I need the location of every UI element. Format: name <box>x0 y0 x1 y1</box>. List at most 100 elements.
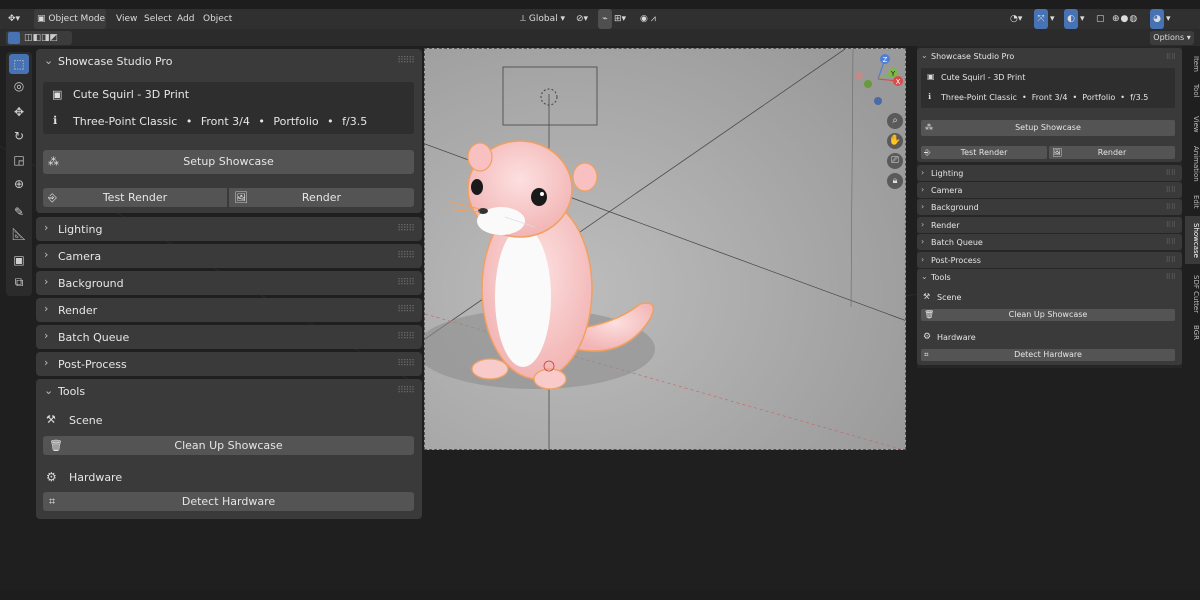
drag-grip-icon[interactable]: ⠿⠿ <box>1166 53 1176 61</box>
render-button[interactable]: 🖼︎ Render <box>229 188 414 207</box>
expand-chevron-icon[interactable]: › <box>44 329 48 342</box>
pan-hand-icon[interactable]: ✋ <box>887 133 903 149</box>
collapse-chevron-icon[interactable]: ⌄ <box>921 51 928 60</box>
add-cube-icon[interactable]: ▣ <box>9 250 29 270</box>
section-background-small[interactable]: › Background ⠿⠿ <box>917 199 1182 215</box>
drag-grip-icon[interactable]: ⠿⠿⠿ <box>397 359 415 369</box>
overlay-toggle-icon[interactable]: ◐ <box>1064 9 1078 29</box>
drag-grip-icon[interactable]: ⠿⠿⠿ <box>397 278 415 288</box>
drag-grip-icon[interactable]: ⠿⠿⠿ <box>397 386 415 396</box>
section-render[interactable]: › Render ⠿⠿⠿ <box>36 298 422 322</box>
snap-toggle-icon[interactable]: ⌁ <box>598 9 612 29</box>
proportional-edit-icon[interactable]: ◉ ⩘ <box>640 9 656 29</box>
transform-orientation-dropdown[interactable]: ⟂ Global ▾ <box>520 9 565 29</box>
drag-grip-icon[interactable]: ⠿⠿⠿ <box>397 305 415 315</box>
tab-animation[interactable]: Animation <box>1185 144 1200 184</box>
setup-showcase-button-small[interactable]: ⁂ Setup Showcase <box>921 120 1175 136</box>
lock-camera-icon[interactable]: 🔒︎ <box>887 173 903 189</box>
expand-chevron-icon[interactable]: › <box>921 237 924 246</box>
drag-grip-icon[interactable]: ⠿⠿ <box>1166 186 1176 194</box>
select-mode-buttons[interactable]: ◫◧◨◩ <box>6 31 72 45</box>
shading-dropdown-icon[interactable]: ▾ <box>1166 9 1171 29</box>
drag-grip-icon[interactable]: ⠿⠿⠿ <box>397 332 415 342</box>
select-extend-icon[interactable]: ◫◧◨◩ <box>24 33 58 43</box>
gizmo-toggle-icon[interactable]: ⤧ <box>1034 9 1048 29</box>
expand-chevron-icon[interactable]: › <box>921 255 924 264</box>
drag-grip-icon[interactable]: ⠿⠿⠿ <box>397 56 415 66</box>
measure-icon[interactable]: 📐︎ <box>9 224 29 244</box>
rotate-icon[interactable]: ↻ <box>9 126 29 146</box>
menu-add[interactable]: Add <box>177 9 194 29</box>
section-camera-small[interactable]: › Camera ⠿⠿ <box>917 182 1182 198</box>
drag-grip-icon[interactable]: ⠿⠿ <box>1166 256 1176 264</box>
zoom-icon[interactable]: ⌕ <box>887 113 903 129</box>
transform-icon[interactable]: ⊕ <box>9 174 29 194</box>
editor-type-icon[interactable]: ✥▾ <box>8 9 30 29</box>
xray-icon[interactable]: ▢ <box>1096 9 1105 29</box>
menu-view[interactable]: View <box>116 9 137 29</box>
gizmo-dropdown-icon[interactable]: ▾ <box>1050 9 1055 29</box>
select-box-icon[interactable]: ⬚ <box>9 54 29 74</box>
shading-modes-icon[interactable]: ⊕●◍ <box>1112 9 1138 29</box>
test-render-button[interactable]: ⎆ Test Render <box>43 188 227 207</box>
drag-grip-icon[interactable]: ⠿⠿ <box>1166 221 1176 229</box>
camera-view[interactable]: Z Y X ⌕ ✋ ⎚ 🔒︎ <box>424 48 906 450</box>
expand-chevron-icon[interactable]: › <box>921 185 924 194</box>
section-render-small[interactable]: › Render ⠿⠿ <box>917 217 1182 233</box>
annotate-icon[interactable]: ✎ <box>9 202 29 222</box>
expand-chevron-icon[interactable]: › <box>44 221 48 234</box>
section-batch-queue-small[interactable]: › Batch Queue ⠿⠿ <box>917 234 1182 250</box>
section-background[interactable]: › Background ⠿⠿⠿ <box>36 271 422 295</box>
section-lighting-small[interactable]: › Lighting ⠿⠿ <box>917 165 1182 181</box>
drag-grip-icon[interactable]: ⠿⠿ <box>1166 169 1176 177</box>
pivot-icon[interactable]: ⊘▾ <box>576 9 588 29</box>
menu-object[interactable]: Object <box>203 9 232 29</box>
tab-tool[interactable]: Tool <box>1185 80 1200 102</box>
clean-up-showcase-button-small[interactable]: 🗑︎ Clean Up Showcase <box>921 309 1175 321</box>
expand-chevron-icon[interactable]: › <box>921 202 924 211</box>
detect-hardware-button-small[interactable]: ⌗ Detect Hardware <box>921 349 1175 361</box>
collapse-chevron-icon[interactable]: ⌄ <box>44 384 53 397</box>
setup-showcase-button[interactable]: ⁂ Setup Showcase <box>43 150 414 174</box>
expand-chevron-icon[interactable]: › <box>921 220 924 229</box>
menu-select[interactable]: Select <box>144 9 172 29</box>
add-object-icon[interactable]: ⧉ <box>9 272 29 292</box>
clean-up-showcase-button[interactable]: 🗑︎ Clean Up Showcase <box>43 436 414 455</box>
section-batch-queue[interactable]: › Batch Queue ⠿⠿⠿ <box>36 325 422 349</box>
drag-grip-icon[interactable]: ⠿⠿⠿ <box>397 224 415 234</box>
section-post-process-small[interactable]: › Post-Process ⠿⠿ <box>917 252 1182 268</box>
drag-grip-icon[interactable]: ⠿⠿ <box>1166 273 1176 281</box>
detect-hardware-button[interactable]: ⌗ Detect Hardware <box>43 492 414 511</box>
select-new-icon[interactable] <box>8 32 20 44</box>
collapse-chevron-icon[interactable]: ⌄ <box>44 54 53 67</box>
collapse-chevron-icon[interactable]: ⌄ <box>921 272 928 281</box>
tab-view[interactable]: View <box>1185 112 1200 136</box>
camera-view-icon[interactable]: ⎚ <box>887 153 903 169</box>
expand-chevron-icon[interactable]: › <box>44 248 48 261</box>
overlay-dropdown-icon[interactable]: ▾ <box>1080 9 1085 29</box>
drag-grip-icon[interactable]: ⠿⠿⠿ <box>397 251 415 261</box>
drag-grip-icon[interactable]: ⠿⠿ <box>1166 203 1176 211</box>
scale-icon[interactable]: ◲ <box>9 150 29 170</box>
tab-bgr[interactable]: BGR <box>1185 322 1200 342</box>
visibility-icon[interactable]: ◔▾ <box>1010 9 1022 29</box>
expand-chevron-icon[interactable]: › <box>921 168 924 177</box>
tab-showcase[interactable]: Showcase <box>1185 216 1200 264</box>
mode-dropdown[interactable]: ▣ Object Mode ▾ <box>34 9 106 44</box>
test-render-button-small[interactable]: ⎆ Test Render <box>921 146 1047 159</box>
snap-target-icon[interactable]: ⊞▾ <box>614 9 626 29</box>
section-camera[interactable]: › Camera ⠿⠿⠿ <box>36 244 422 268</box>
render-button-small[interactable]: 🖼︎ Render <box>1049 146 1175 159</box>
section-lighting[interactable]: › Lighting ⠿⠿⠿ <box>36 217 422 241</box>
section-post-process[interactable]: › Post-Process ⠿⠿⠿ <box>36 352 422 376</box>
tab-item[interactable]: Item <box>1185 52 1200 76</box>
rendered-shading-icon[interactable]: ◕ <box>1150 9 1164 29</box>
cursor-icon[interactable]: ◎ <box>9 76 29 96</box>
tab-edit[interactable]: Edit <box>1185 192 1200 212</box>
move-icon[interactable]: ✥ <box>9 102 29 122</box>
tab-sdf-cutter[interactable]: SDF Cutter <box>1185 272 1200 316</box>
expand-chevron-icon[interactable]: › <box>44 302 48 315</box>
expand-chevron-icon[interactable]: › <box>44 356 48 369</box>
drag-grip-icon[interactable]: ⠿⠿ <box>1166 238 1176 246</box>
expand-chevron-icon[interactable]: › <box>44 275 48 288</box>
